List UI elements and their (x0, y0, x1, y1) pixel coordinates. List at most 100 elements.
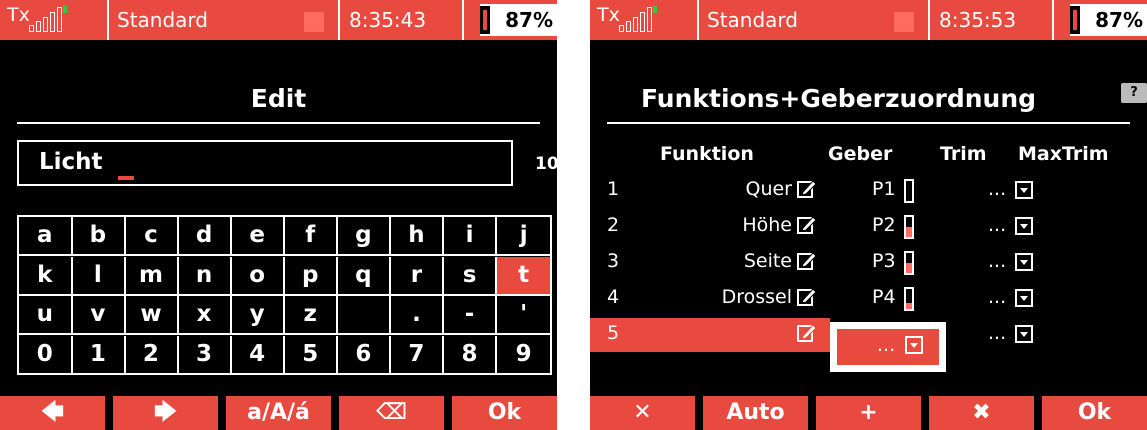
function-assignment-screen: Tx Standard 8:35:53 87% Funktions+Geberz… (590, 0, 1147, 430)
dropdown-arrow-icon[interactable] (1015, 325, 1033, 343)
key-p[interactable]: p (284, 256, 338, 296)
key-l[interactable]: l (72, 256, 126, 296)
dropdown-arrow-icon[interactable] (1015, 181, 1033, 199)
edit-pencil-icon[interactable] (797, 323, 817, 343)
row-number: 3 (607, 250, 620, 272)
signal-ok-icon (653, 6, 657, 13)
key-h[interactable]: h (390, 217, 445, 256)
control-value: ... (877, 334, 896, 356)
function-name: Quer (745, 178, 793, 200)
key-x[interactable]: x (178, 296, 232, 335)
control-level-indicator (904, 251, 914, 275)
backspace-button[interactable]: ⌫ (339, 396, 444, 430)
key-6[interactable]: 6 (338, 335, 392, 375)
function-row[interactable]: 4 Drossel P4 (590, 282, 1147, 316)
trim-value[interactable]: ... (988, 250, 1006, 272)
case-toggle-button[interactable]: a/A/á (226, 396, 331, 430)
divider (17, 122, 540, 124)
key-g[interactable]: g (337, 217, 392, 256)
on-screen-keyboard: a b c d e f g h i j k l m n o p q r s t u v w x y z. - ' 0 1 2 3 4 5 6 7 8 9 (17, 215, 552, 375)
function-row[interactable]: 1 Quer P1 (590, 174, 1147, 208)
function-row[interactable]: 3 Seite P3 (590, 246, 1147, 280)
key-k[interactable]: k (19, 256, 73, 296)
key-d[interactable]: d (178, 217, 232, 256)
column-header-trim: Trim (940, 143, 987, 165)
auto-button[interactable]: Auto (703, 396, 808, 430)
column-header-control: Geber (828, 143, 893, 165)
key-.[interactable]: . (390, 296, 445, 335)
signal-bar-icon (640, 12, 645, 32)
row-number: 2 (607, 214, 620, 236)
trim-value[interactable]: ... (988, 286, 1006, 308)
add-button[interactable]: + (816, 396, 921, 430)
key-j[interactable]: j (496, 217, 551, 256)
key-y[interactable]: y (231, 296, 285, 335)
transmitter-signal: Tx (597, 6, 687, 34)
key-blank[interactable] (337, 296, 392, 335)
key-5[interactable]: 5 (285, 335, 338, 375)
control-selector-focused[interactable]: ... (830, 322, 946, 372)
key-r[interactable]: r (390, 256, 445, 296)
key-i[interactable]: i (443, 217, 498, 256)
key-8[interactable]: 8 (444, 335, 498, 375)
battery-icon (1070, 6, 1080, 34)
ok-button[interactable]: Ok (452, 396, 557, 430)
key-7[interactable]: 7 (391, 335, 445, 375)
battery-indicator: 87% (480, 4, 557, 36)
trim-value[interactable]: ... (988, 214, 1006, 236)
control-name: P1 (872, 178, 896, 200)
key-'[interactable]: ' (496, 296, 551, 335)
key-3[interactable]: 3 (178, 335, 232, 375)
trim-value[interactable]: ... (988, 322, 1006, 344)
edit-pencil-icon[interactable] (797, 179, 817, 199)
trim-value[interactable]: ... (988, 178, 1006, 200)
dropdown-arrow-icon[interactable] (1015, 289, 1033, 307)
key-1[interactable]: 1 (72, 335, 126, 375)
key-o[interactable]: o (231, 256, 285, 296)
key--[interactable]: - (443, 296, 498, 335)
key-z[interactable]: z (284, 296, 338, 335)
signal-bar-icon (36, 21, 41, 32)
key-f[interactable]: f (284, 217, 338, 256)
tools-button[interactable]: ✕ (590, 396, 695, 430)
help-icon[interactable]: ? (1121, 83, 1147, 103)
status-square-icon (304, 12, 324, 32)
right-arrow-button[interactable]: 🡆 (113, 396, 218, 430)
key-w[interactable]: w (125, 296, 179, 335)
function-row[interactable]: 2 Höhe P2 (590, 210, 1147, 244)
control-level-indicator (904, 179, 914, 203)
signal-bar-icon (647, 7, 652, 32)
delete-button[interactable]: ✖ (929, 396, 1034, 430)
key-v[interactable]: v (72, 296, 126, 335)
key-n[interactable]: n (178, 256, 232, 296)
function-row[interactable]: 5Licht (590, 318, 830, 352)
column-header-function: Funktion (660, 143, 754, 165)
key-q[interactable]: q (337, 256, 392, 296)
transmitter-signal: Tx (7, 6, 97, 34)
key-t[interactable]: t (496, 256, 551, 296)
edit-pencil-icon[interactable] (797, 251, 817, 271)
edit-pencil-icon[interactable] (797, 215, 817, 235)
column-header-maxtrim: MaxTrim (1018, 143, 1109, 165)
edit-pencil-icon[interactable] (797, 287, 817, 307)
key-9[interactable]: 9 (497, 336, 551, 375)
key-2[interactable]: 2 (125, 335, 179, 375)
dropdown-arrow-icon[interactable] (1015, 217, 1033, 235)
key-a[interactable]: a (19, 217, 73, 256)
key-s[interactable]: s (443, 256, 498, 296)
key-c[interactable]: c (125, 217, 179, 256)
text-input[interactable]: Licht (17, 140, 513, 186)
key-e[interactable]: e (231, 217, 285, 256)
remaining-characters: 10 (535, 154, 557, 174)
signal-bar-icon (57, 7, 62, 32)
key-u[interactable]: u (19, 296, 73, 335)
row-number: 4 (607, 286, 620, 308)
function-name: Drossel (721, 286, 792, 308)
key-b[interactable]: b (72, 217, 126, 256)
ok-button[interactable]: Ok (1042, 396, 1147, 430)
left-arrow-button[interactable]: 🡄 (0, 396, 105, 430)
key-4[interactable]: 4 (231, 335, 285, 375)
key-0[interactable]: 0 (19, 335, 73, 375)
dropdown-arrow-icon[interactable] (1015, 253, 1033, 271)
key-m[interactable]: m (125, 256, 179, 296)
